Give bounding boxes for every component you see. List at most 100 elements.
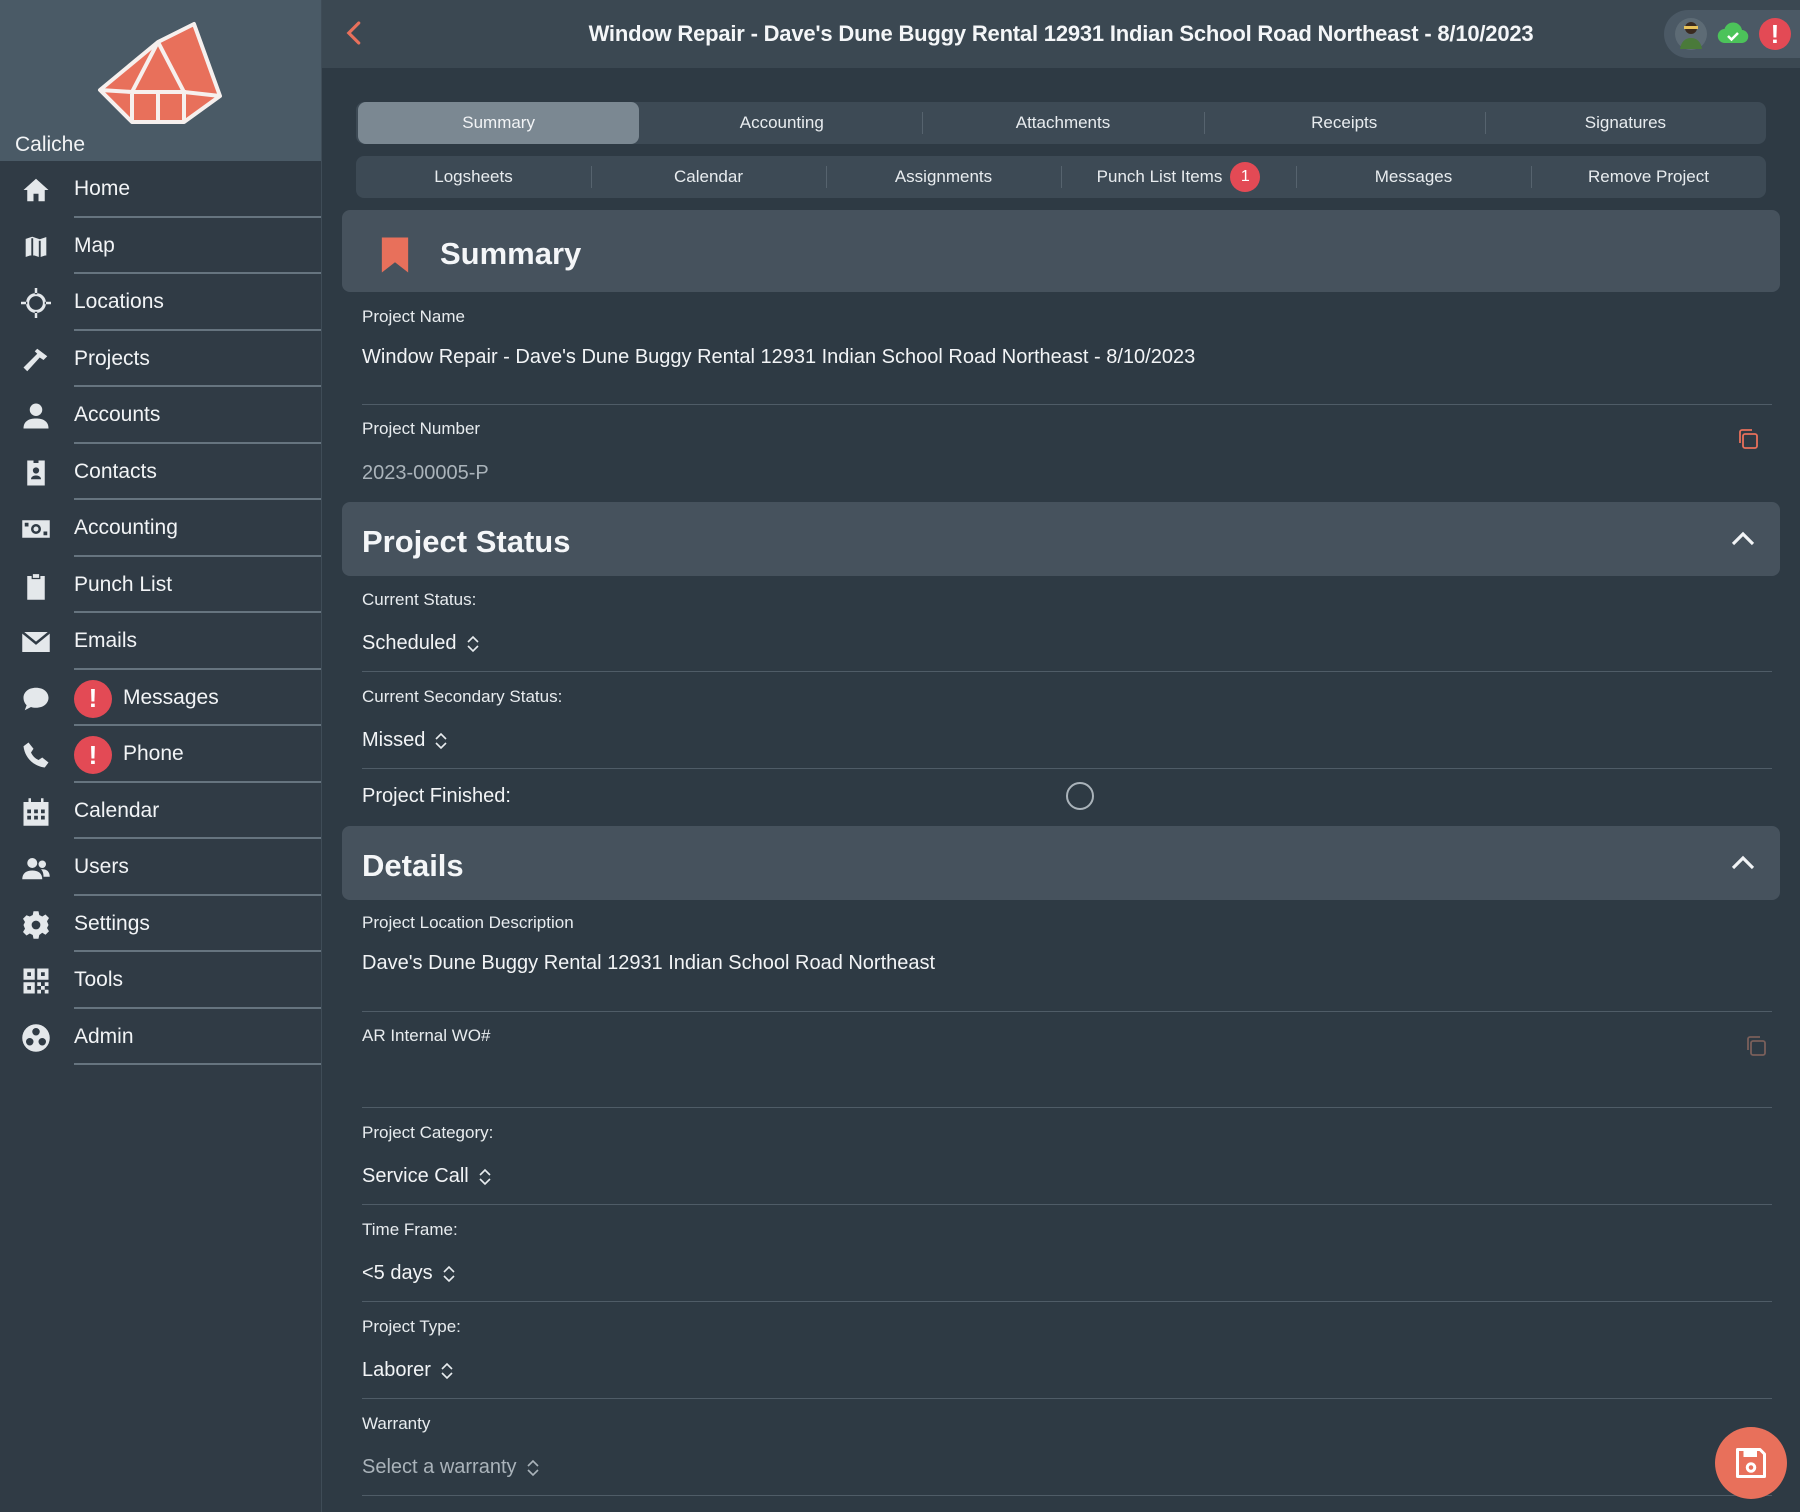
project-type-select[interactable]: Laborer [362, 1359, 455, 1382]
qr-grid-icon [20, 965, 52, 997]
secondary-status-select[interactable]: Missed [362, 729, 449, 752]
users-icon [20, 852, 52, 884]
project-finished-field: Project Finished: [362, 770, 1772, 825]
sidebar-item-label: Locations [74, 290, 164, 314]
summary-title: Summary [440, 236, 582, 271]
sidebar-item-label: Projects [74, 346, 150, 370]
tab-accounting[interactable]: Accounting [641, 102, 922, 144]
tab-assignments[interactable]: Assignments [826, 156, 1061, 198]
secondary-status-label: Current Secondary Status: [362, 687, 563, 706]
sidebar-item-emails[interactable]: Emails [0, 613, 321, 670]
project-category-select[interactable]: Service Call [362, 1165, 493, 1188]
tab-attachments[interactable]: Attachments [922, 102, 1203, 144]
sidebar: Caliche Home Map Locations Projects Acco… [0, 0, 322, 1512]
sidebar-item-label: Accounting [74, 516, 178, 540]
project-finished-toggle[interactable] [1066, 782, 1094, 810]
tab-punch-list-items[interactable]: Punch List Items 1 [1061, 156, 1296, 198]
project-status-header[interactable]: Project Status [342, 502, 1780, 576]
tabs-primary: Summary Accounting Attachments Receipts … [356, 102, 1766, 144]
current-status-field: Current Status: Scheduled [362, 584, 1772, 672]
tab-summary[interactable]: Summary [358, 102, 640, 144]
back-arrow-icon[interactable] [340, 18, 370, 48]
cloud-sync-icon[interactable] [1716, 17, 1750, 51]
punch-list-count-badge: 1 [1230, 162, 1261, 192]
sidebar-item-punch-list[interactable]: Punch List [0, 557, 321, 614]
project-number-label: Project Number [362, 419, 481, 438]
ar-internal-wo-field: AR Internal WO# [362, 1020, 1772, 1108]
tab-label: Punch List Items [1096, 167, 1223, 186]
chat-icon [20, 683, 52, 715]
time-frame-label: Time Frame: [362, 1220, 458, 1239]
calendar-icon [20, 796, 52, 828]
project-finished-label: Project Finished: [362, 785, 511, 807]
copy-icon[interactable] [1744, 1034, 1768, 1058]
tab-logsheets[interactable]: Logsheets [356, 156, 591, 198]
current-status-select[interactable]: Scheduled [362, 632, 481, 655]
sidebar-item-projects[interactable]: Projects [0, 331, 321, 388]
caliche-logo [98, 22, 222, 124]
location-description-value[interactable]: Dave's Dune Buggy Rental 12931 Indian Sc… [362, 952, 935, 975]
sidebar-item-accounting[interactable]: Accounting [0, 500, 321, 557]
tab-receipts[interactable]: Receipts [1203, 102, 1485, 144]
user-avatar-icon[interactable] [1674, 17, 1708, 51]
project-name-field: Project Name Window Repair - Dave's Dune… [362, 300, 1772, 405]
sidebar-item-messages[interactable]: ! Messages [0, 670, 321, 727]
sidebar-item-phone[interactable]: ! Phone [0, 726, 321, 783]
bookmark-icon [381, 237, 409, 273]
messages-alert-badge: ! [74, 679, 112, 718]
warranty-placeholder: Select a warranty [362, 1456, 517, 1478]
updown-chevron-icon [441, 1362, 453, 1379]
contact-card-icon [20, 457, 52, 489]
envelope-icon [20, 626, 52, 658]
time-frame-value: <5 days [362, 1262, 433, 1284]
details-title: Details [362, 848, 464, 883]
sidebar-item-label: Accounts [74, 403, 161, 427]
current-status-value: Scheduled [362, 632, 457, 654]
sidebar-item-calendar[interactable]: Calendar [0, 783, 321, 840]
tab-remove-project[interactable]: Remove Project [1531, 156, 1766, 198]
sidebar-item-home[interactable]: Home [0, 161, 321, 218]
tab-signatures[interactable]: Signatures [1484, 102, 1766, 144]
sidebar-item-contacts[interactable]: Contacts [0, 444, 321, 501]
warranty-select[interactable]: Select a warranty [362, 1456, 541, 1479]
ar-internal-wo-label: AR Internal WO# [362, 1026, 491, 1045]
status-icons: ! [1664, 10, 1800, 58]
project-number-value: 2023-00005-P [362, 462, 489, 484]
project-type-label: Project Type: [362, 1317, 461, 1336]
project-type-value: Laborer [362, 1359, 431, 1381]
project-category-label: Project Category: [362, 1123, 494, 1142]
home-icon [20, 174, 52, 206]
updown-chevron-icon [443, 1265, 455, 1282]
sidebar-item-accounts[interactable]: Accounts [0, 387, 321, 444]
details-header[interactable]: Details [342, 826, 1780, 900]
sidebar-item-settings[interactable]: Settings [0, 896, 321, 953]
sidebar-item-label: Users [74, 855, 129, 879]
updown-chevron-icon [466, 635, 479, 652]
time-frame-select[interactable]: <5 days [362, 1262, 457, 1285]
sidebar-item-admin[interactable]: Admin [0, 1009, 321, 1066]
sidebar-item-label: Tools [74, 968, 124, 992]
sidebar-item-label: Settings [74, 911, 150, 935]
alert-icon[interactable]: ! [1758, 17, 1792, 51]
save-button[interactable] [1715, 1427, 1787, 1499]
sidebar-item-tools[interactable]: Tools [0, 952, 321, 1009]
summary-header: Summary [342, 210, 1780, 292]
project-type-field: Project Type: Laborer [362, 1310, 1772, 1399]
sidebar-item-map[interactable]: Map [0, 218, 321, 275]
tab-calendar[interactable]: Calendar [591, 156, 826, 198]
page-title: Window Repair - Dave's Dune Buggy Rental… [588, 21, 1534, 46]
project-name-value[interactable]: Window Repair - Dave's Dune Buggy Rental… [362, 346, 1195, 369]
tab-messages[interactable]: Messages [1296, 156, 1531, 198]
sidebar-item-locations[interactable]: Locations [0, 274, 321, 331]
tabs-secondary: Logsheets Calendar Assignments Punch Lis… [356, 156, 1766, 198]
sidebar-item-users[interactable]: Users [0, 839, 321, 896]
sidebar-item-label: Calendar [74, 798, 160, 822]
alert-mark: ! [1771, 19, 1780, 49]
sidebar-item-label: Phone [123, 742, 184, 766]
sidebar-item-label: Messages [123, 685, 219, 709]
project-number-field: Project Number 2023-00005-P [362, 413, 1772, 501]
chevron-up-icon[interactable] [1728, 524, 1758, 554]
secondary-status-field: Current Secondary Status: Missed [362, 680, 1772, 769]
copy-icon[interactable] [1736, 427, 1760, 451]
chevron-up-icon[interactable] [1728, 848, 1758, 878]
